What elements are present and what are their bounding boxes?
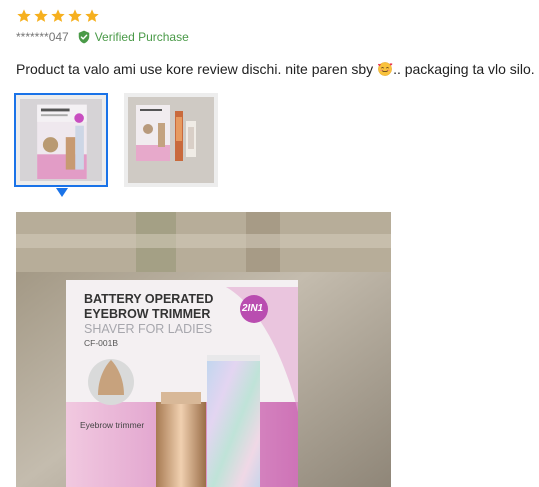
product-box-line1: BATTERY OPERATED [84,292,214,306]
star-icon [85,9,99,22]
star-icon [51,9,65,22]
rating-stars [16,8,100,24]
product-box-model: CF-001B [84,338,119,348]
star-icon [17,9,31,22]
product-box-caption: Eyebrow trimmer [80,420,145,430]
review-thumbnails [14,93,218,187]
review-text-part-1: Product ta valo ami use kore review disc… [16,61,378,77]
active-thumbnail-caret [56,188,68,197]
thumbnail-1[interactable] [14,93,108,187]
verified-shield-icon [78,30,89,44]
review-text-part-2: .. packaging ta vlo silo. [393,61,535,77]
verified-purchase: Verified Purchase [77,30,189,44]
review-meta: *******047 Verified Purchase [16,30,189,44]
reviewer-name: *******047 [16,30,69,44]
review-main-image[interactable]: BATTERY OPERATED EYEBROW TRIMMER SHAVER … [16,212,391,487]
thumbnail-2-image [128,97,214,183]
product-box-line2: EYEBROW TRIMMER [84,307,211,321]
product-photo [16,212,391,487]
product-box-badge: 2IN1 [242,303,264,314]
thumbnail-1-image [20,99,102,181]
product-box-line3: SHAVER FOR LADIES [84,322,213,336]
thumbnail-2[interactable] [124,93,218,187]
smiling-face-with-hearts-icon [378,62,393,76]
star-icon [34,9,48,22]
review-content: Product ta valo ami use kore review disc… [16,61,535,77]
verified-label: Verified Purchase [94,30,189,44]
star-icon [68,9,82,22]
